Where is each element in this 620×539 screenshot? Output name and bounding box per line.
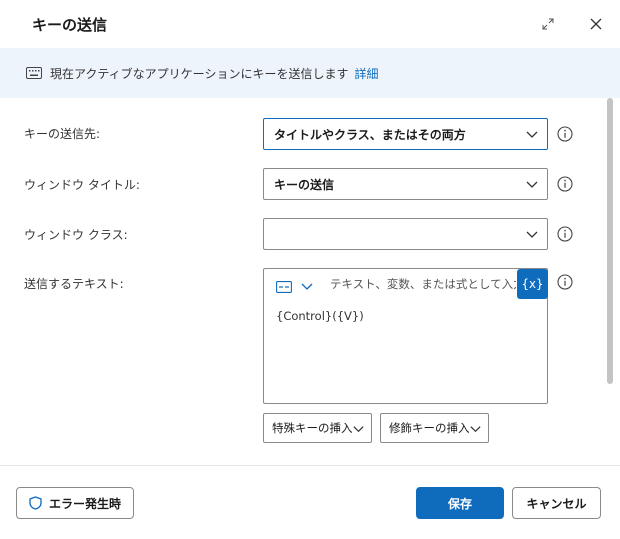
modifier-key-label: 修飾キーの挿入 xyxy=(389,421,470,435)
save-button[interactable]: 保存 xyxy=(416,487,504,519)
shield-icon xyxy=(29,496,42,510)
on-error-label: エラー発生時 xyxy=(48,496,121,511)
details-link[interactable]: 詳細 xyxy=(354,65,378,82)
expand-button[interactable] xyxy=(534,10,562,38)
window-class-select[interactable] xyxy=(263,218,548,250)
keyboard-key-icon[interactable] xyxy=(276,281,292,293)
insert-variable-button[interactable]: {x} xyxy=(517,269,548,299)
keyboard-icon xyxy=(26,67,42,79)
special-key-label: 特殊キーの挿入 xyxy=(272,421,353,435)
info-icon[interactable] xyxy=(557,274,573,290)
on-error-button[interactable]: エラー発生時 xyxy=(16,487,134,519)
chevron-down-icon[interactable] xyxy=(300,279,314,293)
scrollbar-thumb[interactable] xyxy=(607,98,613,384)
dialog-title: キーの送信 xyxy=(32,16,108,34)
info-icon[interactable] xyxy=(557,126,573,142)
window-title-select[interactable]: キーの送信 xyxy=(263,168,548,200)
send-keys-dialog: キーの送信 現在アクティブなアプリケーションにキーを送信します 詳細 キーの送信… xyxy=(0,0,620,539)
info-icon[interactable] xyxy=(557,226,573,242)
window-title-value: キーの送信 xyxy=(274,177,335,192)
special-key-dropdown[interactable]: 特殊キーの挿入 xyxy=(263,413,372,443)
chevron-down-icon xyxy=(353,426,364,433)
target-value: タイトルやクラス、またはその両方 xyxy=(274,127,466,142)
text-to-send-label: 送信するテキスト: xyxy=(24,277,124,291)
text-placeholder: テキスト、変数、または式として入力します xyxy=(330,277,516,291)
modifier-key-dropdown[interactable]: 修飾キーの挿入 xyxy=(380,413,489,443)
banner-text: 現在アクティブなアプリケーションにキーを送信します xyxy=(50,66,349,81)
cancel-button[interactable]: キャンセル xyxy=(512,487,601,519)
close-icon xyxy=(590,18,602,30)
info-icon[interactable] xyxy=(557,176,573,192)
target-select[interactable]: タイトルやクラス、またはその両方 xyxy=(263,118,548,150)
target-label: キーの送信先: xyxy=(24,127,101,141)
chevron-down-icon xyxy=(470,426,481,433)
chevron-down-icon xyxy=(526,181,538,188)
footer-divider xyxy=(0,465,620,466)
text-to-send-input[interactable]: テキスト、変数、または式として入力します {Control}({V}) {x} xyxy=(263,268,548,404)
info-banner: 現在アクティブなアプリケーションにキーを送信します 詳細 xyxy=(0,48,620,98)
chevron-down-icon xyxy=(526,131,538,138)
window-class-label: ウィンドウ クラス: xyxy=(24,228,128,242)
window-title-label: ウィンドウ タイトル: xyxy=(24,178,140,192)
text-value: {Control}({V}) xyxy=(276,309,364,323)
chevron-down-icon xyxy=(526,231,538,238)
expand-icon xyxy=(542,18,554,30)
close-button[interactable] xyxy=(582,10,610,38)
